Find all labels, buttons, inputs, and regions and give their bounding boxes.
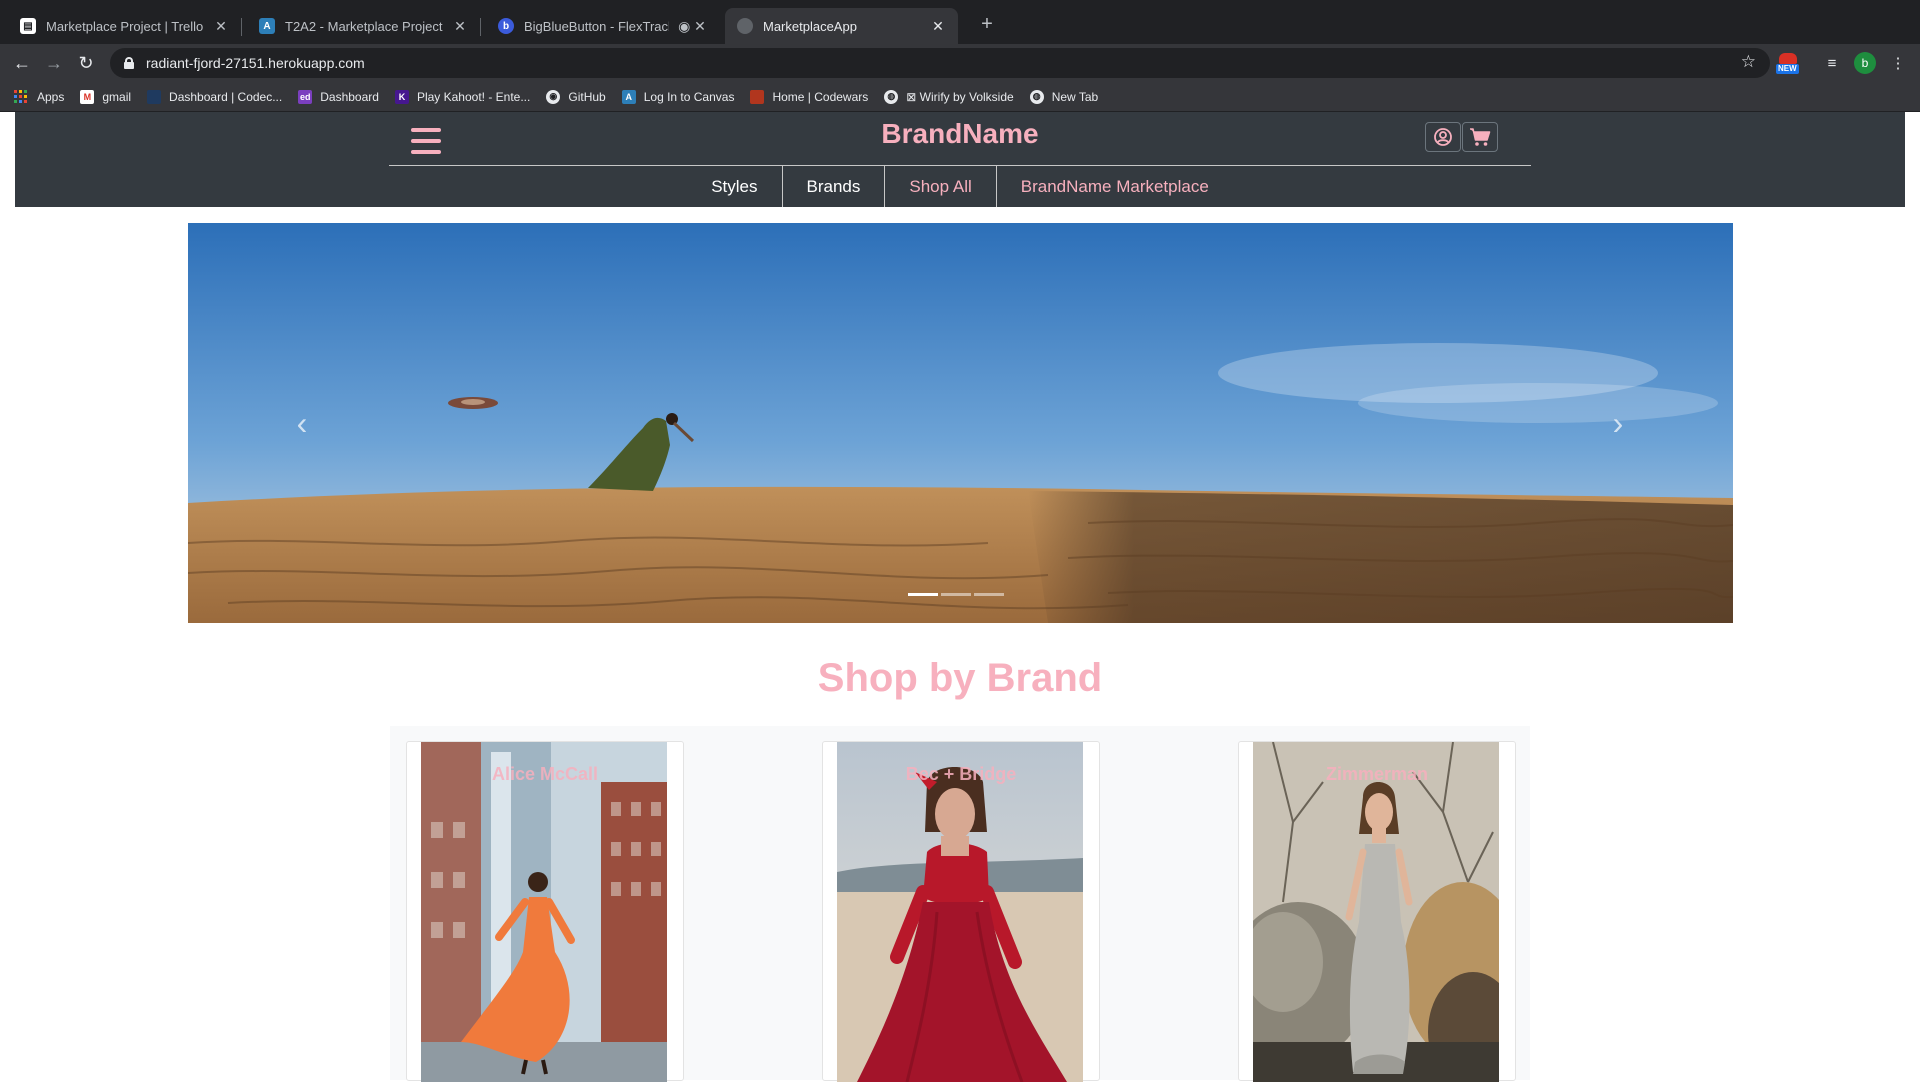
web-page: BrandName Styles Brands Shop All BrandNa…	[0, 112, 1920, 1082]
url-text: radiant-fjord-27151.herokuapp.com	[146, 55, 365, 71]
nav-brands[interactable]: Brands	[781, 166, 885, 207]
browser-tab-marketplaceapp[interactable]: MarketplaceApp ✕	[725, 8, 958, 44]
bookmark-label: Home | Codewars	[772, 89, 869, 104]
brand-photo-red-dress	[837, 742, 1083, 1082]
back-arrow-icon[interactable]: ←	[10, 51, 34, 75]
brand-card-bec-bridge[interactable]: Bec + Bridge	[822, 741, 1100, 1082]
bookmark-label: Dashboard | Codec...	[169, 89, 283, 104]
browser-tab-bigbluebutton[interactable]: b BigBlueButton - FlexTrack - ◉ ✕	[486, 8, 719, 44]
star-icon[interactable]: ☆	[1741, 52, 1756, 72]
bookmark-label: GitHub	[568, 89, 606, 104]
bookmark-label: Dashboard	[320, 89, 379, 104]
nav-brandname-marketplace[interactable]: BrandName Marketplace	[995, 166, 1233, 207]
bookmark-wirify[interactable]: ◍ ⊠ Wirify by Volkside	[884, 89, 1014, 104]
tab-title: Marketplace Project | Trello	[46, 18, 204, 34]
globe-icon: ◍	[1029, 89, 1044, 104]
shopping-cart-icon	[1470, 128, 1491, 146]
bookmark-codecademy[interactable]: Dashboard | Codec...	[147, 89, 283, 104]
tab-title: MarketplaceApp	[763, 18, 857, 34]
trello-icon: ▤	[20, 18, 36, 34]
brand-photo-silver-dress	[1253, 742, 1499, 1082]
brand-grid: Alice McCall Bec + Bridge Zimmerman	[390, 726, 1530, 1082]
bookmark-label: ⊠ Wirify by Volkside	[906, 89, 1014, 104]
kebab-menu-icon[interactable]: ⋮	[1886, 52, 1910, 76]
playlist-icon[interactable]: ≡	[1820, 52, 1844, 76]
recording-and-close-icon[interactable]: ◉ ✕	[677, 18, 707, 35]
profile-avatar[interactable]: b	[1854, 52, 1876, 74]
carousel-prev-icon[interactable]: ‹	[292, 407, 312, 439]
shop-by-brand-heading: Shop by Brand	[817, 656, 1103, 700]
brand-card-zimmerman[interactable]: Zimmerman	[1238, 741, 1516, 1082]
reload-icon[interactable]: ↻	[74, 51, 98, 75]
lock-icon	[124, 57, 134, 69]
bookmark-ed-dashboard[interactable]: ed Dashboard	[298, 89, 379, 104]
carousel-indicator[interactable]	[941, 593, 971, 596]
carousel-next-icon[interactable]: ›	[1608, 407, 1628, 439]
bookmark-label: Apps	[37, 89, 65, 104]
bigbluebutton-icon: b	[498, 18, 514, 34]
tab-title: BigBlueButton - FlexTrack -	[524, 18, 669, 34]
nav-styles[interactable]: Styles	[687, 166, 781, 207]
carousel-indicator[interactable]	[908, 593, 938, 596]
ed-icon: ed	[298, 89, 313, 104]
bookmark-label: Play Kahoot! - Ente...	[416, 89, 531, 104]
main-nav: Styles Brands Shop All BrandName Marketp…	[15, 166, 1905, 207]
carousel-indicator[interactable]	[974, 593, 1004, 596]
apps-grid-icon	[14, 90, 27, 103]
brand-logo[interactable]: BrandName	[881, 118, 1038, 149]
browser-tab-strip: ▤ Marketplace Project | Trello ✕ A T2A2 …	[0, 0, 1920, 44]
bookmark-new-tab[interactable]: ◍ New Tab	[1029, 89, 1099, 104]
github-icon: ◉	[546, 89, 561, 104]
globe-icon: ◍	[884, 89, 899, 104]
bookmark-gmail[interactable]: M gmail	[80, 89, 132, 104]
new-badge: NEW	[1776, 64, 1799, 74]
browser-tab-t2a2[interactable]: A T2A2 - Marketplace Project ✕	[247, 8, 481, 44]
hero-carousel: ‹ ›	[188, 223, 1733, 623]
brand-name: Zimmerman	[1325, 764, 1429, 784]
globe-icon	[737, 18, 753, 34]
user-circle-icon	[1434, 128, 1452, 146]
brand-card-alice-mccall[interactable]: Alice McCall	[406, 741, 684, 1082]
codewars-icon	[750, 89, 765, 104]
kahoot-icon: K	[394, 89, 409, 104]
extension-hat-icon	[1779, 53, 1797, 64]
brand-photo-orange-dress	[421, 742, 667, 1082]
bookmark-kahoot[interactable]: K Play Kahoot! - Ente...	[394, 89, 531, 104]
new-tab-button[interactable]: +	[975, 12, 999, 36]
bookmark-codewars[interactable]: Home | Codewars	[750, 89, 869, 104]
browser-toolbar: ← → ↻ radiant-fjord-27151.herokuapp.com …	[0, 44, 1920, 82]
hero-desert-image	[188, 223, 1733, 623]
bookmark-label: New Tab	[1051, 89, 1099, 104]
forward-arrow-icon[interactable]: →	[42, 51, 66, 75]
bookmark-canvas[interactable]: A Log In to Canvas	[621, 89, 735, 104]
codecademy-icon	[147, 89, 162, 104]
hamburger-menu-icon[interactable]	[411, 128, 441, 154]
site-header: BrandName Styles Brands Shop All BrandNa…	[15, 112, 1905, 207]
address-bar[interactable]: radiant-fjord-27151.herokuapp.com ☆	[110, 48, 1770, 78]
bookmark-label: Log In to Canvas	[643, 89, 735, 104]
brand-name: Alice McCall	[491, 764, 599, 784]
tab-separator	[241, 18, 242, 36]
close-icon[interactable]: ✕	[452, 18, 468, 35]
nav-shop-all[interactable]: Shop All	[884, 166, 995, 207]
canvas-icon: A	[621, 89, 636, 104]
gmail-icon: M	[80, 89, 95, 104]
close-icon[interactable]: ✕	[930, 18, 946, 35]
canvas-icon: A	[259, 18, 275, 34]
brand-name: Bec + Bridge	[905, 764, 1017, 784]
cart-button[interactable]	[1462, 122, 1498, 152]
bookmark-label: gmail	[102, 89, 132, 104]
tab-separator	[480, 18, 481, 36]
tab-title: T2A2 - Marketplace Project	[285, 18, 443, 34]
browser-tab-trello[interactable]: ▤ Marketplace Project | Trello ✕	[8, 8, 242, 44]
extension-new-icon[interactable]: NEW	[1776, 52, 1800, 76]
account-button[interactable]	[1425, 122, 1461, 152]
bookmark-github[interactable]: ◉ GitHub	[546, 89, 606, 104]
close-icon[interactable]: ✕	[213, 18, 229, 35]
carousel-indicators	[908, 593, 1004, 596]
bookmark-apps[interactable]: Apps	[14, 90, 64, 104]
bookmarks-bar: Apps M gmail Dashboard | Codec... ed Das…	[0, 82, 1920, 112]
brand-logo-wrapper: BrandName	[15, 118, 1905, 150]
